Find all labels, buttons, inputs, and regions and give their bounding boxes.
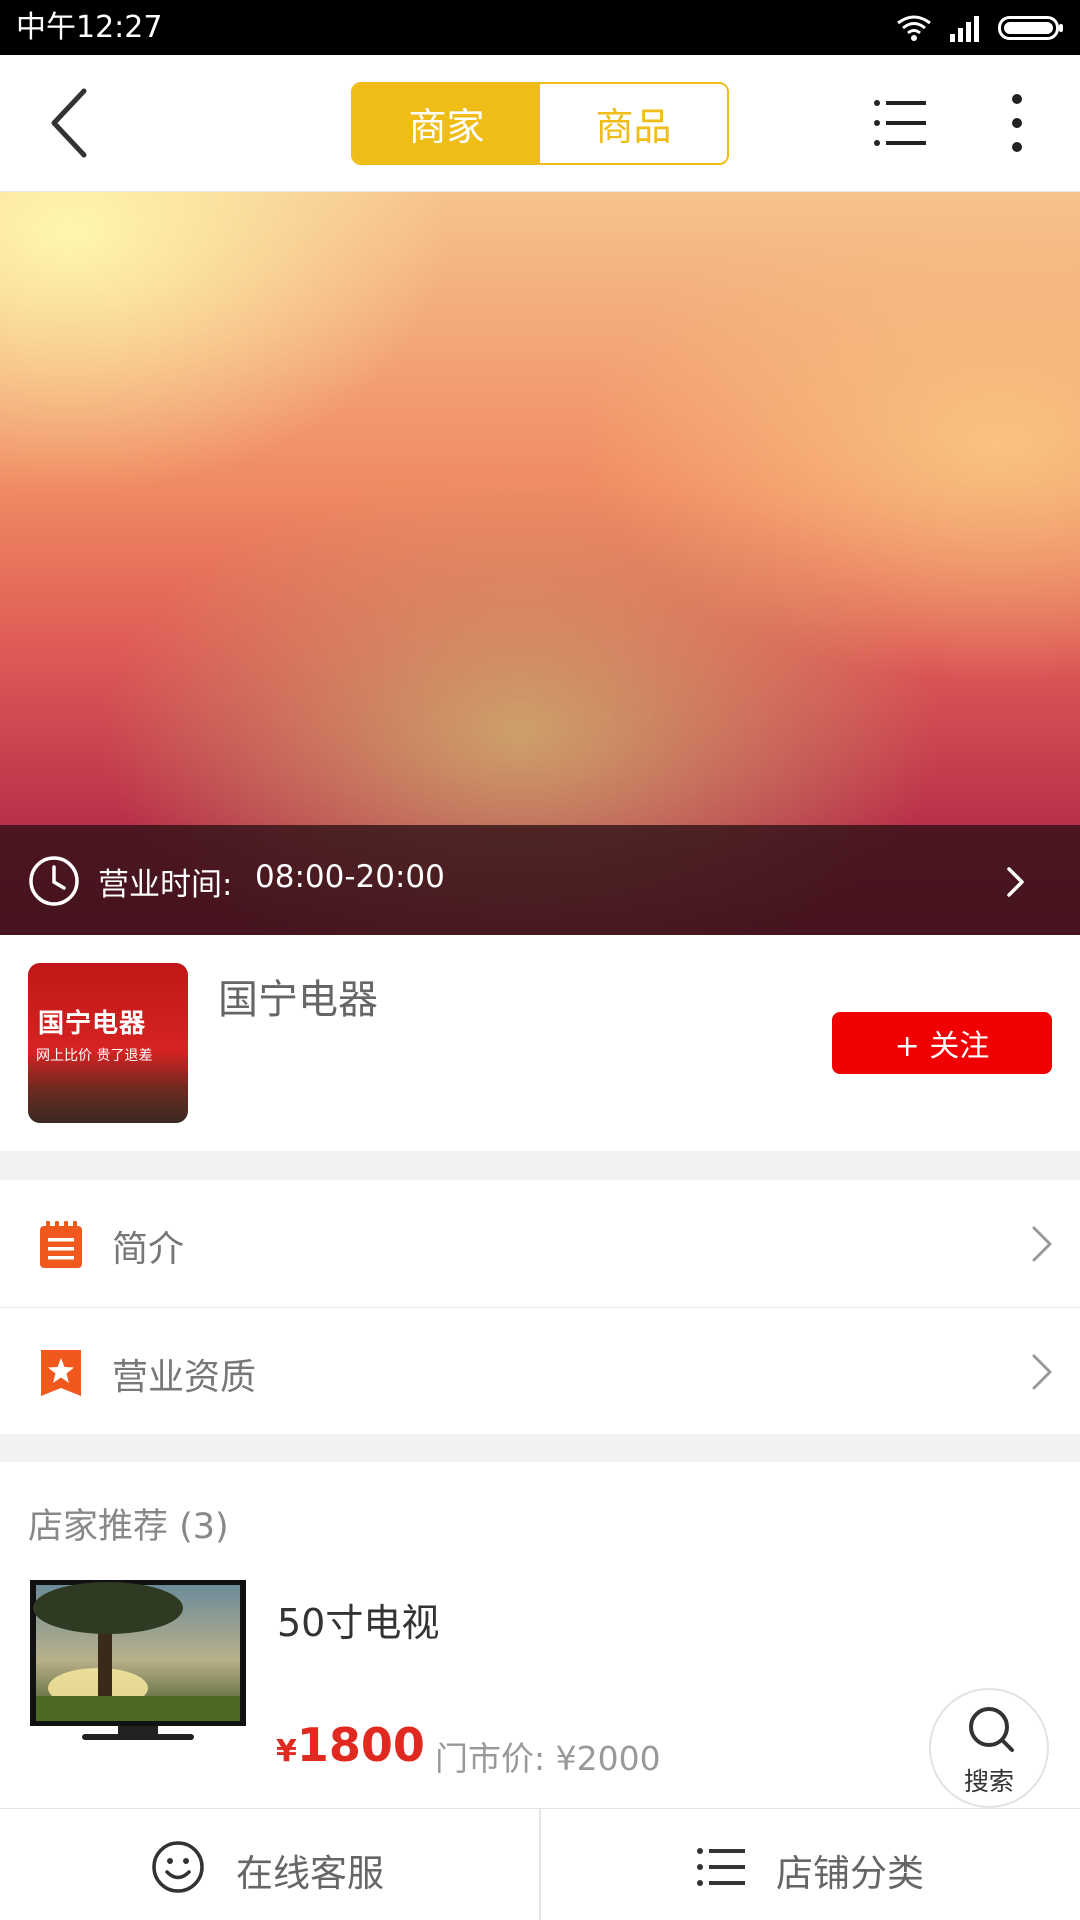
recommend-title: 店家推荐 (3) <box>28 1507 229 1547</box>
business-hours-label: 营业时间: <box>98 867 233 903</box>
product-image-tv[interactable] <box>28 1578 248 1758</box>
menu-item-intro[interactable]: 简介 <box>0 1180 1080 1308</box>
shop-category-button[interactable]: 店铺分类 <box>540 1809 1080 1920</box>
menu-item-intro-label: 简介 <box>112 1229 185 1270</box>
battery-icon <box>998 16 1063 40</box>
chevron-right-icon <box>1007 867 1024 897</box>
status-bar: 中午12:27 <box>0 0 1080 55</box>
chevron-right-icon <box>1032 1354 1052 1390</box>
search-button-label: 搜索 <box>963 1767 1014 1796</box>
recommend-section: 店家推荐 (3) 50寸电视 ¥1800 门市价: ¥2000 <box>0 1462 1080 1808</box>
shop-logo: 国宁电器 网上比价 贵了退差 <box>28 963 188 1123</box>
shop-category-label: 店铺分类 <box>776 1852 924 1895</box>
back-arrow-icon[interactable] <box>40 85 104 161</box>
product-price: ¥1800 <box>276 1718 425 1772</box>
notepad-icon <box>40 1221 82 1268</box>
search-icon <box>969 1707 1014 1752</box>
bottom-bar: 在线客服 店铺分类 <box>0 1808 1080 1920</box>
shop-logo-sign: 国宁电器 <box>38 1009 147 1039</box>
price-value: 1800 <box>296 1718 425 1772</box>
market-price: 门市价: ¥2000 <box>435 1739 661 1778</box>
clock-icon <box>29 856 79 906</box>
shop-logo-slogan: 网上比价 贵了退差 <box>36 1048 153 1064</box>
price-currency: ¥ <box>276 1734 297 1769</box>
tab-products[interactable]: 商品 <box>540 84 727 163</box>
smiley-chat-icon <box>152 1841 204 1893</box>
menu-item-qualification-label: 营业资质 <box>112 1357 257 1398</box>
star-badge-icon <box>41 1350 81 1396</box>
shop-info-card: 国宁电器 网上比价 贵了退差 国宁电器 + 关注 <box>0 935 1080 1151</box>
menu-item-qualification[interactable]: 营业资质 <box>0 1308 1080 1434</box>
chevron-right-icon <box>1032 1226 1052 1262</box>
business-hours-value: 08:00-20:00 <box>255 859 445 895</box>
list-menu-icon[interactable] <box>872 95 928 151</box>
tab-merchant[interactable]: 商家 <box>353 84 540 163</box>
segmented-control: 商家 商品 <box>351 82 729 165</box>
signal-icon <box>950 16 979 42</box>
shop-banner: 营业时间: 08:00-20:00 <box>0 192 1080 935</box>
more-vertical-icon[interactable] <box>1000 91 1034 155</box>
list-menu-icon <box>697 1848 745 1886</box>
search-button[interactable]: 搜索 <box>929 1688 1049 1808</box>
wifi-icon <box>897 15 931 41</box>
top-nav-bar: 商家 商品 <box>0 55 1080 192</box>
product-name[interactable]: 50寸电视 <box>277 1592 439 1647</box>
online-service-label: 在线客服 <box>236 1852 384 1895</box>
status-icons <box>896 12 1064 44</box>
shop-menu-list: 简介 营业资质 <box>0 1180 1080 1434</box>
shop-name: 国宁电器 <box>218 977 378 1023</box>
follow-button[interactable]: + 关注 <box>832 1012 1052 1074</box>
business-hours-bar[interactable]: 营业时间: 08:00-20:00 <box>0 825 1080 935</box>
status-time: 中午12:27 <box>16 10 163 45</box>
online-service-button[interactable]: 在线客服 <box>0 1809 540 1920</box>
